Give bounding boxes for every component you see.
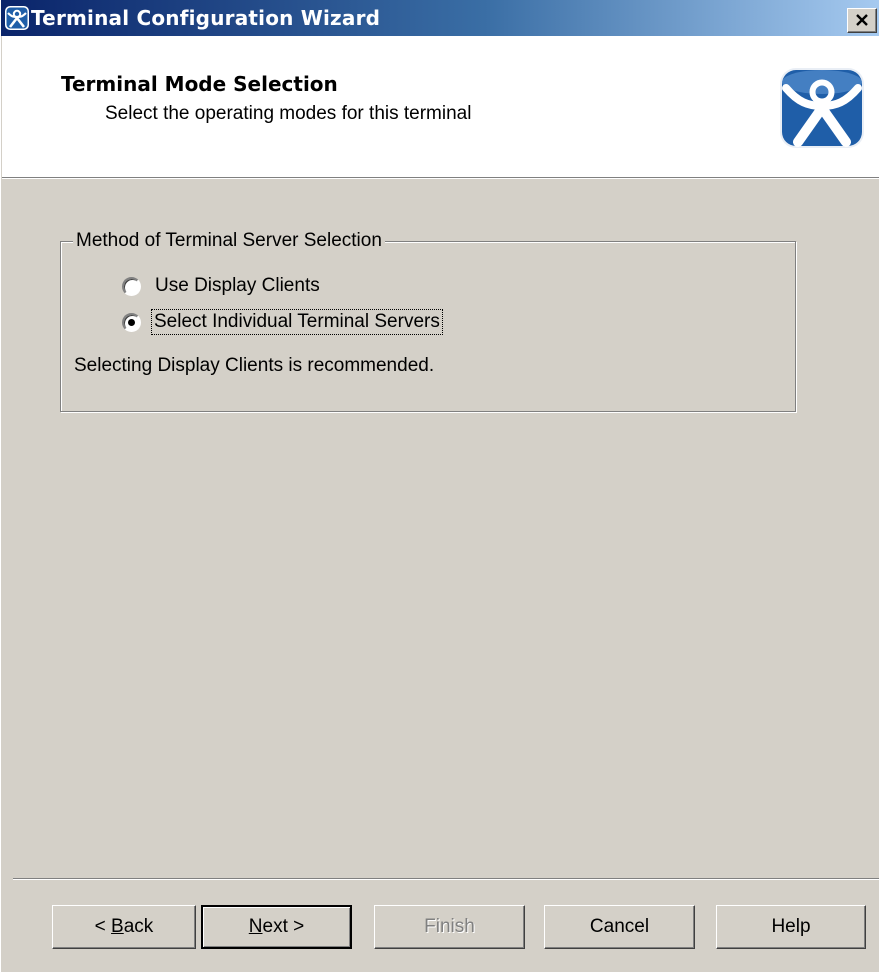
next-button-rest: ext > [262,916,305,937]
footer-separator [13,878,879,880]
cancel-button-label: Cancel [589,916,650,937]
back-button-mnemonic: B [111,916,124,937]
close-button[interactable] [847,8,877,33]
thinmanager-person-icon [780,68,864,148]
header-separator [2,177,879,179]
next-button-mnemonic: N [248,916,263,937]
title-bar[interactable]: Terminal Configuration Wizard [1,0,879,36]
cancel-button[interactable]: Cancel [544,905,695,949]
radio-option-display-clients[interactable]: Use Display Clients [122,275,320,297]
page-title: Terminal Mode Selection [61,72,338,96]
groupbox-legend: Method of Terminal Server Selection [73,230,385,252]
finish-button[interactable]: Finish [374,905,525,949]
radio-button-individual-servers[interactable] [122,312,141,332]
page-subtitle: Select the operating modes for this term… [105,103,472,124]
next-button[interactable]: Next > [201,905,352,949]
radio-label-individual-servers[interactable]: Select Individual Terminal Servers [151,309,443,335]
back-button[interactable]: < Back [52,905,196,949]
radio-label-display-clients[interactable]: Use Display Clients [155,275,320,297]
radio-option-individual-servers[interactable]: Select Individual Terminal Servers [122,309,443,335]
recommendation-text: Selecting Display Clients is recommended… [74,355,435,376]
help-button-label: Help [771,916,811,937]
window-title: Terminal Configuration Wizard [31,6,381,30]
back-button-rest: ack [123,916,154,937]
help-button[interactable]: Help [716,905,866,949]
app-person-icon [5,6,29,30]
close-icon [856,14,868,26]
radio-selected-dot [128,318,135,326]
back-button-prefix: < [94,916,112,937]
radio-button-display-clients[interactable] [122,276,141,296]
finish-button-label: Finish [424,916,475,937]
wizard-header: Terminal Mode Selection Select the opera… [2,36,879,177]
wizard-window: Terminal Configuration Wizard Terminal M… [0,0,879,972]
